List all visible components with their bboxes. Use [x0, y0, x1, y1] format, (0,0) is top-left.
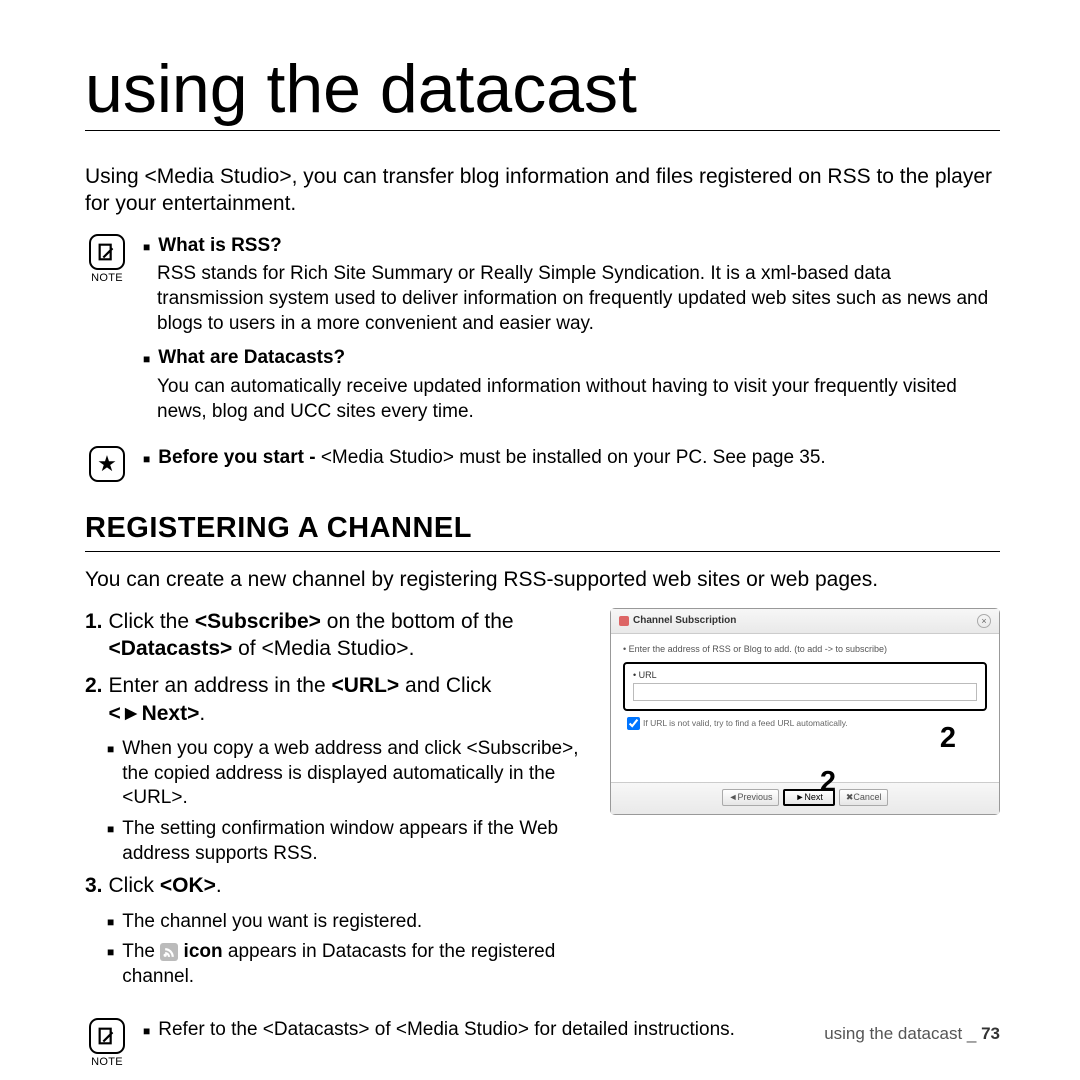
dialog-title-text: Channel Subscription [633, 615, 736, 626]
note-label: NOTE [91, 1056, 123, 1068]
cancel-button[interactable]: ✖Cancel [839, 789, 889, 806]
step-3-sub-1: ■The channel you want is registered. [107, 910, 592, 935]
channel-subscription-dialog: Channel Subscription × • Enter the addre… [610, 608, 1000, 815]
close-icon[interactable]: × [977, 614, 991, 628]
note-body-text: RSS stands for Rich Site Summary or Real… [143, 262, 1000, 336]
step-num: 1. [85, 608, 103, 663]
url-input[interactable] [633, 683, 977, 701]
note-body-text-2: You can automatically receive updated in… [143, 375, 1000, 424]
note-heading: What is RSS? [158, 235, 282, 256]
star-icon: ★ [89, 446, 125, 482]
star-block: ★ ■Before you start - <Media Studio> mus… [85, 446, 1000, 482]
intro-text: Using <Media Studio>, you can transfer b… [85, 163, 1000, 218]
rss-icon [160, 943, 178, 961]
before-start-label: Before you start - [158, 447, 315, 468]
callout-number: 2 [820, 766, 836, 799]
note-icon [89, 1018, 125, 1054]
before-start-text: <Media Studio> must be installed on your… [316, 447, 826, 468]
url-group-highlight: • URL [623, 662, 987, 711]
page-footer: using the datacast _ 73 [824, 1024, 1000, 1044]
step-3: 3. Click <OK>. [85, 872, 592, 899]
callout-number: 2 [940, 722, 956, 755]
note-heading-2: What are Datacasts? [158, 347, 345, 368]
two-column: 1. Click the <Subscribe> on the bottom o… [85, 608, 1000, 996]
dialog-titlebar: Channel Subscription × [611, 609, 999, 634]
previous-button[interactable]: ◄Previous [722, 789, 780, 806]
dialog-button-row: ◄Previous ►Next ✖Cancel [611, 782, 999, 814]
section-heading: REGISTERING A CHANNEL [85, 512, 1000, 552]
dialog-checkbox-row[interactable]: If URL is not valid, try to find a feed … [623, 717, 987, 730]
url-label: • URL [633, 670, 977, 680]
step-2: 2. Enter an address in the <URL> and Cli… [85, 672, 592, 727]
step-1: 1. Click the <Subscribe> on the bottom o… [85, 608, 592, 663]
dialog-app-icon [619, 616, 629, 626]
step-num: 2. [85, 672, 103, 727]
note-label: NOTE [91, 272, 123, 284]
note-icon [89, 234, 125, 270]
step-2-sub-1: ■When you copy a web address and click <… [107, 737, 592, 811]
page-title: using the datacast [85, 50, 1000, 131]
step-2-sub-2: ■The setting confirmation window appears… [107, 817, 592, 866]
step-num: 3. [85, 872, 103, 899]
dialog-hint: • Enter the address of RSS or Blog to ad… [623, 644, 987, 654]
section-intro: You can create a new channel by register… [85, 566, 1000, 593]
step-3-sub-2: ■The icon appears in Datacasts for the r… [107, 940, 592, 989]
note-block-rss: NOTE ■What is RSS? RSS stands for Rich S… [85, 234, 1000, 435]
auto-find-checkbox[interactable] [627, 717, 640, 730]
